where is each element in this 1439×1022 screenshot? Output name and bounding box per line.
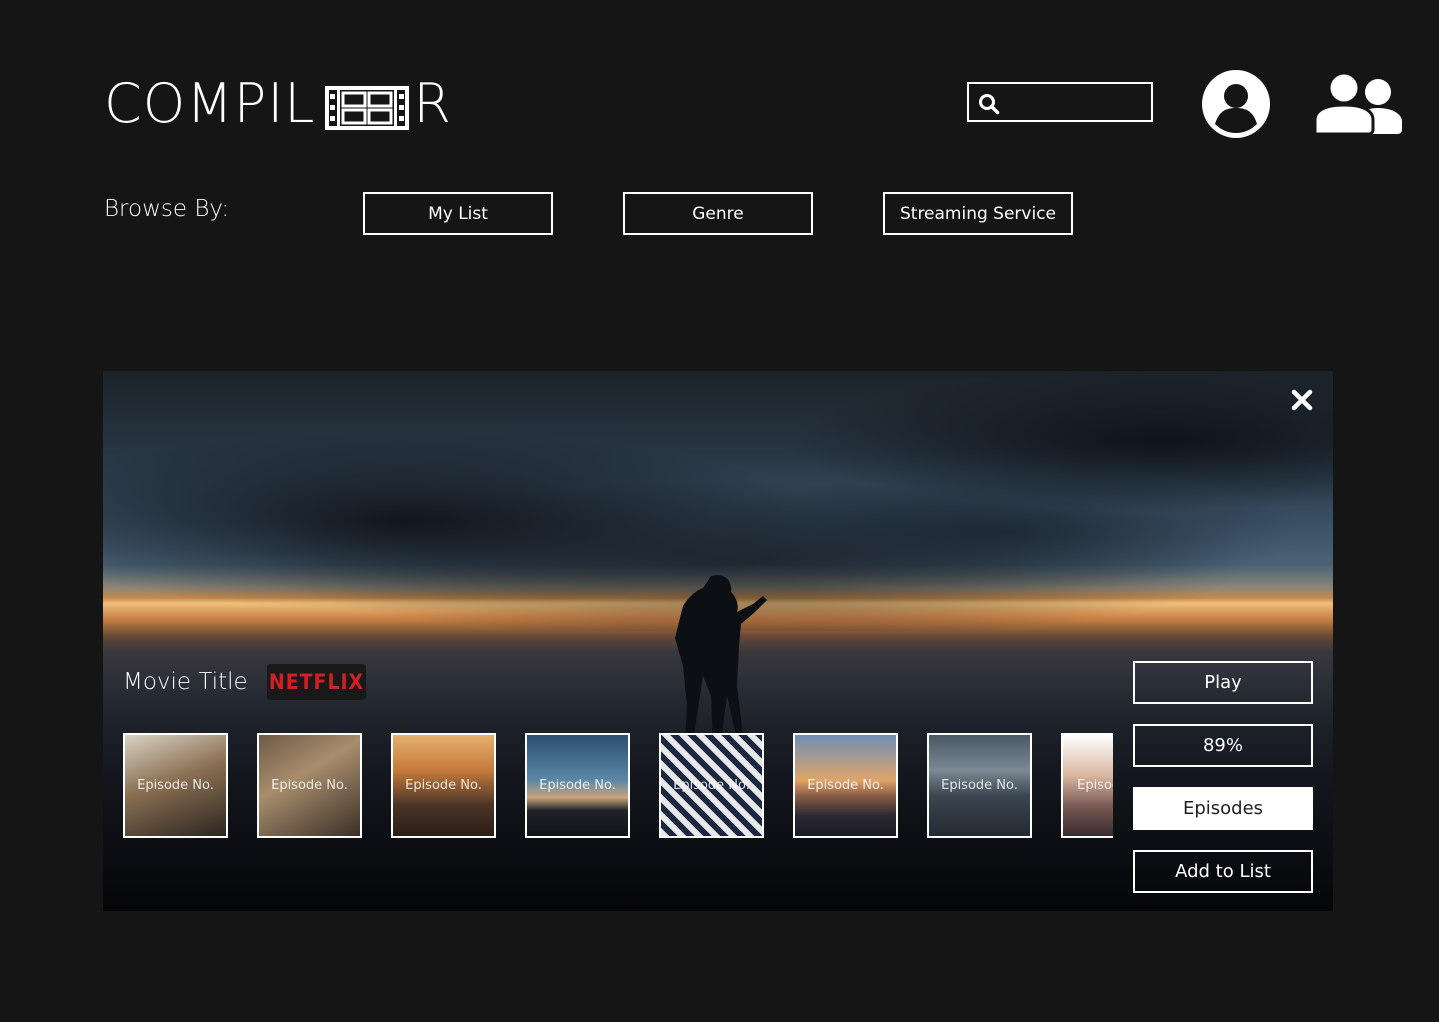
episode-thumbnail[interactable]: Episode No. <box>123 733 228 838</box>
episode-thumbnail[interactable]: Episode No. <box>525 733 630 838</box>
users-icon[interactable] <box>1313 71 1404 136</box>
movie-title: Movie Title <box>123 669 248 695</box>
episodes-button[interactable]: Episodes <box>1133 787 1313 830</box>
episode-thumbnail[interactable]: Episode No. <box>659 733 764 838</box>
episode-thumbnail[interactable]: Episode No. <box>257 733 362 838</box>
episode-label: Episode No. <box>807 778 884 793</box>
browse-genre-button[interactable]: Genre <box>623 192 813 235</box>
app-logo[interactable]: COMPIL R <box>104 74 452 134</box>
netflix-badge: NETFLIX <box>267 664 366 700</box>
logo-text-right: R <box>413 72 452 135</box>
episode-label: Episode No. <box>137 778 214 793</box>
episode-thumbnail[interactable]: Episode No. <box>793 733 898 838</box>
episode-label: Episode No. <box>1077 778 1113 793</box>
play-button[interactable]: Play <box>1133 661 1313 704</box>
logo-text-left: COMPIL <box>104 72 316 135</box>
browse-streaming-service-button[interactable]: Streaming Service <box>883 192 1073 235</box>
episode-label: Episode No. <box>405 778 482 793</box>
close-icon[interactable] <box>1289 387 1315 413</box>
episode-thumbnail[interactable]: Episode No. <box>391 733 496 838</box>
browse-my-list-button[interactable]: My List <box>363 192 553 235</box>
add-to-list-button[interactable]: Add to List <box>1133 850 1313 893</box>
episode-thumbnail[interactable]: Episode No. <box>927 733 1032 838</box>
search-box[interactable] <box>967 82 1153 122</box>
episode-thumbnail[interactable]: Episode No. <box>1061 733 1113 838</box>
episode-label: Episode No. <box>673 778 750 793</box>
episode-label: Episode No. <box>271 778 348 793</box>
browse-label: Browse By: <box>104 196 230 222</box>
score-button[interactable]: 89% <box>1133 724 1313 767</box>
episode-label: Episode No. <box>539 778 616 793</box>
episode-label: Episode No. <box>941 778 1018 793</box>
search-icon <box>979 94 1000 115</box>
film-strip-icon <box>325 82 410 130</box>
user-circle-icon[interactable] <box>1202 70 1270 138</box>
movie-detail-panel: Movie Title NETFLIX Episode No. Episode … <box>103 371 1333 911</box>
episodes-row: Episode No. Episode No. Episode No. Epis… <box>123 733 1113 838</box>
search-input[interactable] <box>1009 90 1149 116</box>
